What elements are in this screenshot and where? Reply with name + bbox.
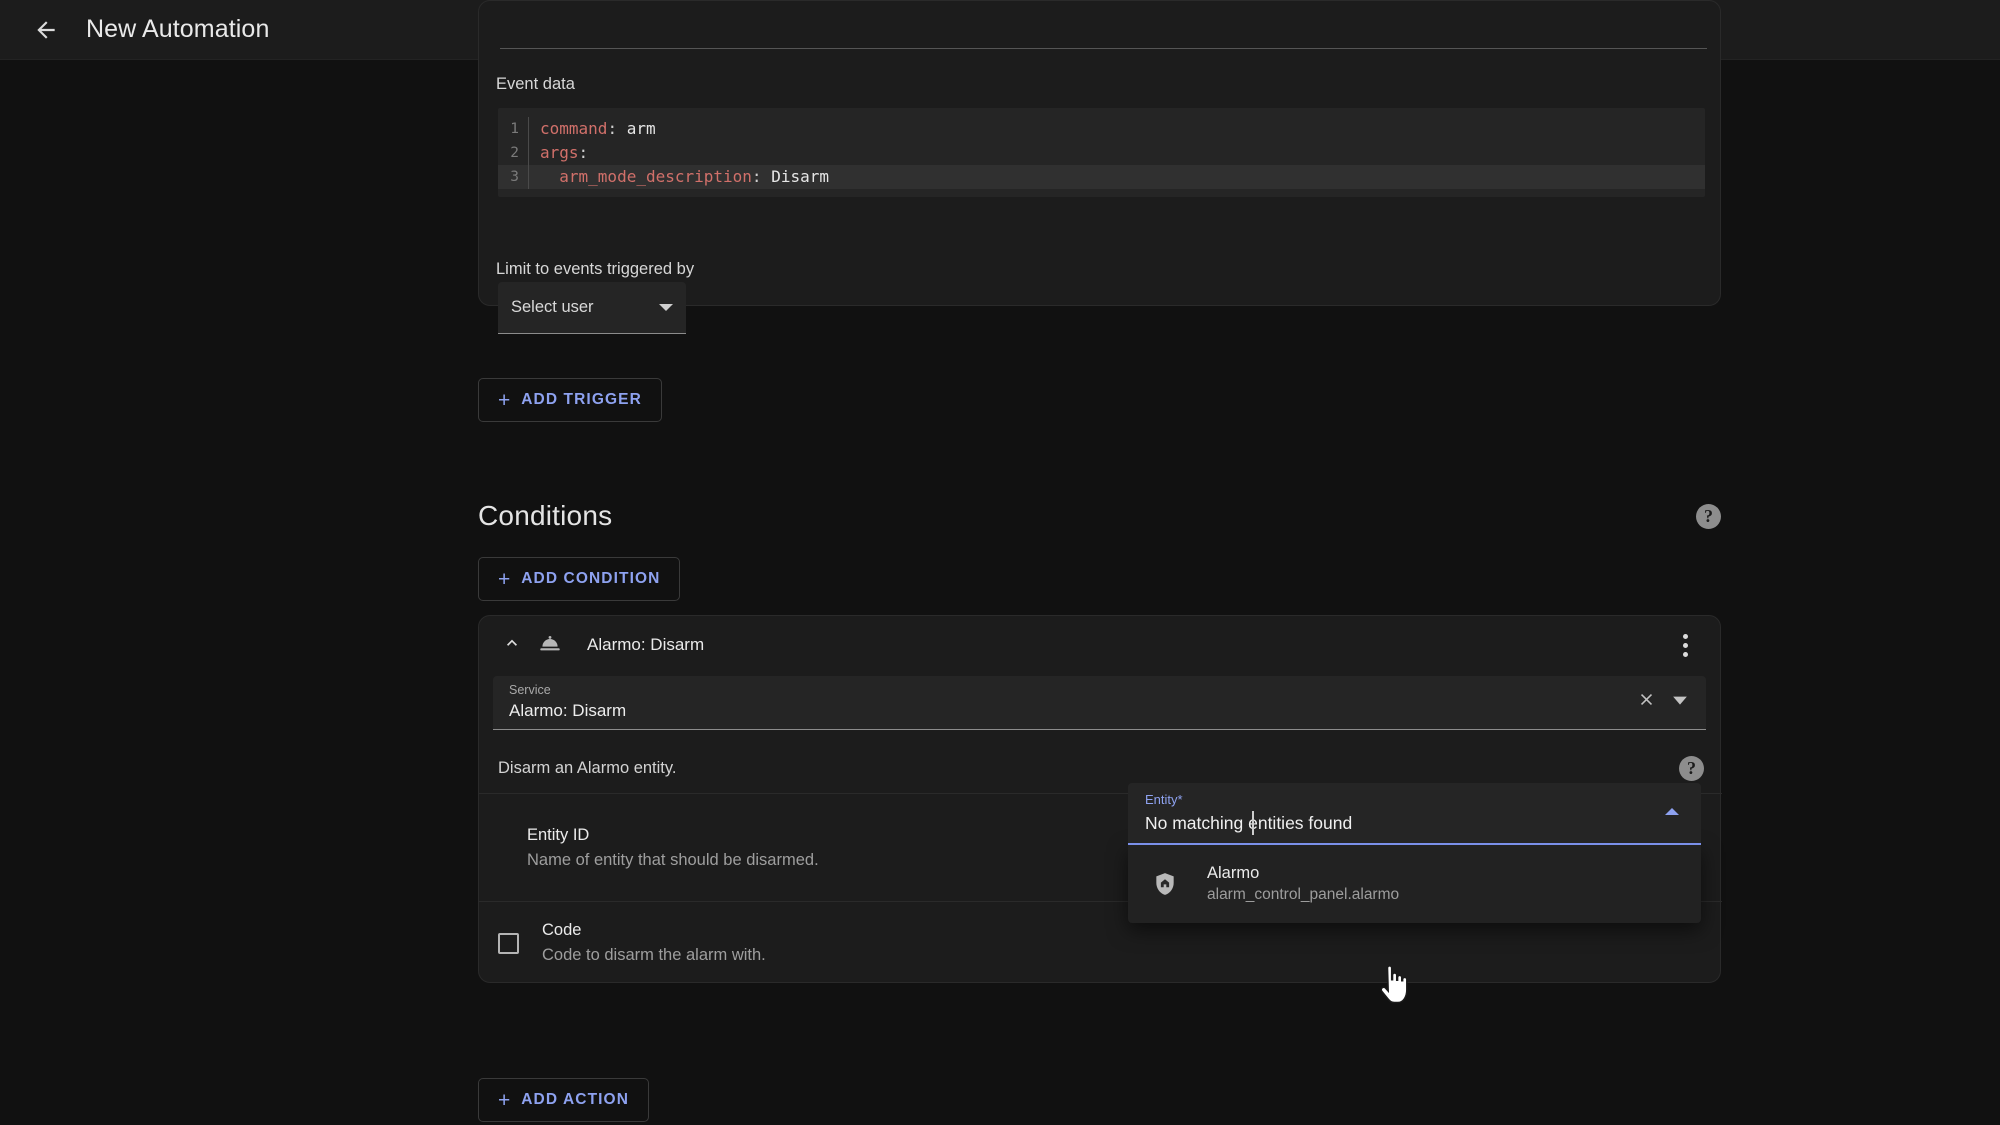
list-item-texts: Alarmo alarm_control_panel.alarmo (1207, 863, 1399, 905)
back-button[interactable] (22, 6, 70, 54)
select-user-value: Select user (511, 298, 594, 316)
event-data-label: Event data (496, 75, 575, 93)
code-texts: Code Code to disarm the alarm with. (542, 921, 766, 965)
list-item[interactable]: Alarmo alarm_control_panel.alarmo (1128, 853, 1701, 915)
entity-id-value: alarm_control_panel.alarmo (1207, 886, 1400, 903)
line-number: 1 (510, 121, 519, 137)
plus-icon: + (498, 567, 511, 591)
code-line-content: command: arm (528, 117, 656, 141)
add-action-button[interactable]: + ADD ACTION (478, 1078, 649, 1122)
entity-id-label: Entity ID (527, 826, 590, 844)
page-title: New Automation (86, 15, 270, 43)
code-line: 1 command: arm (498, 117, 1705, 141)
code-description: Code to disarm the alarm with. (542, 946, 766, 964)
add-condition-label: ADD CONDITION (521, 570, 661, 587)
text-cursor (1252, 811, 1254, 835)
more-vertical-icon[interactable] (1668, 626, 1702, 664)
help-circle-icon[interactable]: ? (1679, 756, 1704, 781)
entity-id-description: Name of entity that should be disarmed. (527, 851, 819, 869)
code-line-content: arm_mode_description: Disarm (528, 165, 829, 189)
code-line-active: 3 arm_mode_description: Disarm (498, 165, 1705, 189)
yaml-key: arm_mode_description (559, 167, 752, 186)
add-condition-button[interactable]: + ADD CONDITION (478, 557, 681, 601)
code-line-content: args: (528, 141, 588, 165)
collapse-action-button[interactable] (493, 626, 531, 664)
yaml-colon: : (751, 167, 762, 186)
entity-id-texts: Entity ID Name of entity that should be … (527, 826, 819, 870)
arrow-left-icon (33, 17, 59, 43)
yaml-indent (540, 167, 559, 186)
kebab-dot (1682, 651, 1688, 657)
yaml-colon: : (607, 119, 618, 138)
select-user-dropdown[interactable]: Select user (498, 282, 686, 334)
conditions-title: Conditions (478, 500, 613, 531)
chevron-up-icon (502, 633, 522, 658)
conditions-section-header: Conditions ? (478, 500, 1721, 532)
screen: New Automation Event data 1 command: arm… (0, 0, 2000, 1125)
entity-field-label: Entity* (1145, 792, 1183, 807)
code-checkbox[interactable] (498, 932, 519, 954)
entity-input-value: No matching entities found (1145, 810, 1352, 836)
add-trigger-button[interactable]: + ADD TRIGGER (478, 378, 662, 422)
close-icon[interactable] (1637, 690, 1656, 714)
line-number: 2 (510, 145, 519, 161)
entity-input-field[interactable]: Entity* No matching entities found (1128, 783, 1701, 845)
field-divider (500, 48, 1707, 49)
service-bell-icon (533, 632, 567, 658)
chevron-down-icon[interactable] (1672, 692, 1688, 713)
shield-home-icon (1150, 871, 1180, 897)
service-field-actions (1637, 690, 1688, 714)
action-description: Disarm an Alarmo entity. (498, 759, 677, 777)
entity-combobox: Entity* No matching entities found Alarm… (1128, 783, 1701, 923)
chevron-down-icon (659, 304, 673, 311)
plus-icon: + (498, 1088, 511, 1112)
yaml-key: args (540, 143, 579, 162)
chevron-up-icon[interactable] (1665, 808, 1679, 815)
service-field[interactable]: Service Alarmo: Disarm (493, 676, 1706, 730)
yaml-colon: : (578, 143, 589, 162)
scroll-body[interactable]: Event data 1 command: arm 2 args: 3 arm_… (0, 0, 2000, 1125)
kebab-dot (1682, 642, 1688, 648)
code-label: Code (542, 921, 582, 939)
entity-friendly-name: Alarmo (1207, 864, 1260, 882)
add-trigger-label: ADD TRIGGER (521, 391, 642, 408)
line-number: 3 (510, 169, 519, 185)
kebab-dot (1682, 633, 1688, 639)
entity-dropdown-list: Alarmo alarm_control_panel.alarmo (1128, 845, 1701, 923)
code-line: 2 args: (498, 141, 1705, 165)
event-data-code-editor[interactable]: 1 command: arm 2 args: 3 arm_mode_descri… (498, 108, 1705, 197)
action-card-header[interactable]: Alarmo: Disarm (479, 616, 1720, 674)
service-field-label: Service (509, 683, 551, 697)
entity-input-text: No matching entities found (1145, 813, 1353, 833)
plus-icon: + (498, 388, 511, 412)
yaml-value: Disarm (761, 167, 829, 186)
yaml-key: command (540, 119, 608, 138)
action-title: Alarmo: Disarm (587, 635, 705, 654)
limit-to-events-label: Limit to events triggered by (496, 260, 695, 278)
app-viewport: New Automation Event data 1 command: arm… (0, 0, 2000, 1125)
yaml-value: arm (617, 119, 656, 138)
help-circle-icon[interactable]: ? (1696, 503, 1721, 529)
service-field-value: Alarmo: Disarm (509, 701, 627, 720)
add-action-label: ADD ACTION (521, 1091, 629, 1108)
